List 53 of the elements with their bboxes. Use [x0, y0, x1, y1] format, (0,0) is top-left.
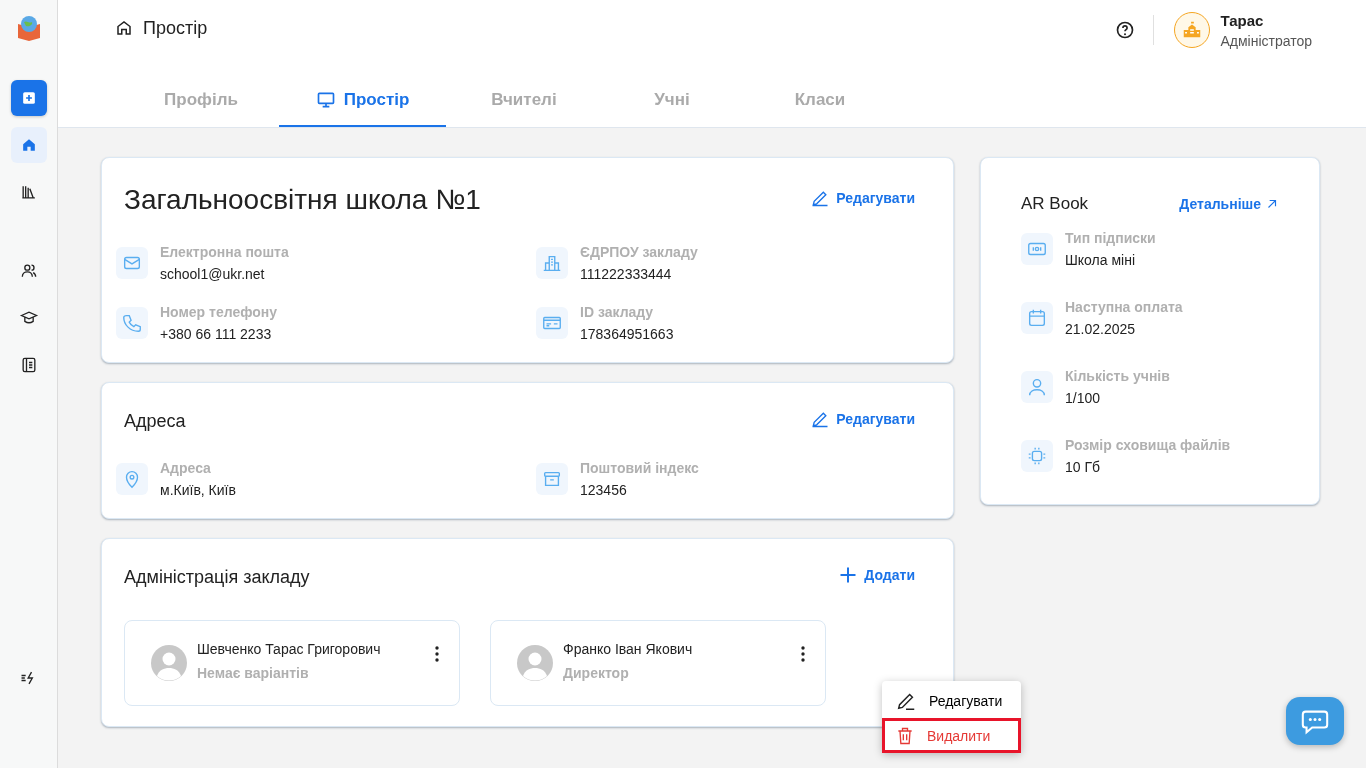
person-name: Шевченко Тарас Григорович — [197, 641, 382, 657]
card-title: Адміністрація закладу — [124, 567, 310, 588]
home-icon — [115, 19, 133, 37]
tab[interactable]: Вчителі — [454, 83, 594, 127]
tab[interactable]: Учні — [602, 83, 742, 127]
menu-item[interactable]: Видалити — [882, 718, 1021, 753]
person-name: Франко Іван Якович — [563, 641, 694, 657]
field-label: Електронна пошта — [160, 244, 289, 260]
field-label: Номер телефону — [160, 304, 278, 320]
field-label: Розмір сховища файлів — [1065, 437, 1231, 453]
add-button[interactable]: Додати — [838, 564, 931, 585]
edit-button[interactable]: Редагувати — [810, 408, 931, 429]
tab[interactable]: Простір — [279, 83, 446, 127]
more-vertical-icon — [801, 645, 805, 662]
field-label: Тип підписки — [1065, 230, 1156, 246]
school-name: Загальноосвітня школа №1 — [124, 184, 481, 216]
chat-button[interactable] — [1286, 697, 1344, 745]
tab[interactable]: Класи — [750, 83, 890, 127]
field-value: 178364951663 — [580, 326, 674, 342]
monitor-icon — [315, 90, 336, 110]
field-label: Адреса — [160, 460, 212, 476]
card-title: Адреса — [124, 411, 186, 432]
avatar-placeholder-icon — [517, 645, 553, 681]
person-role: Директор — [563, 665, 630, 681]
trash-icon — [895, 725, 915, 746]
field-label: Поштовий індекс — [580, 460, 699, 476]
field-value: 1/100 — [1065, 390, 1102, 406]
field-label: ID закладу — [580, 304, 655, 320]
add-button[interactable] — [10, 80, 47, 116]
avatar-placeholder-icon — [151, 645, 187, 681]
help-icon[interactable] — [1115, 20, 1136, 40]
field-value: +380 66 111 2233 — [160, 326, 273, 342]
field-value: 21.02.2025 — [1065, 321, 1137, 337]
field-label: Наступна оплата — [1065, 299, 1183, 315]
field-label: ЄДРПОУ закладу — [580, 244, 698, 260]
field-value: school1@ukr.net — [160, 266, 266, 282]
pencil-icon — [810, 188, 831, 208]
field-value: Школа міні — [1065, 252, 1136, 268]
edit-button[interactable]: Редагувати — [810, 188, 931, 208]
details-link[interactable]: Детальніше — [1179, 196, 1279, 212]
field-value: 10 Гб — [1065, 459, 1102, 475]
field-value: 111222333444 — [580, 266, 673, 282]
user-name: Тарас — [1220, 11, 1265, 29]
field-value: м.Київ, Київ — [160, 482, 236, 498]
menu-item[interactable]: Редагувати — [882, 683, 1021, 718]
more-vertical-icon — [435, 645, 439, 662]
field-label: Кількість учнів — [1065, 368, 1170, 384]
breadcrumb-title: Простір — [143, 17, 208, 39]
person-role: Немає варіантів — [197, 665, 310, 681]
field-value: 123456 — [580, 482, 628, 498]
user-role: Адміністратор — [1220, 32, 1312, 49]
tab[interactable]: Профіль — [131, 83, 271, 127]
card-title: AR Book — [1021, 194, 1089, 214]
